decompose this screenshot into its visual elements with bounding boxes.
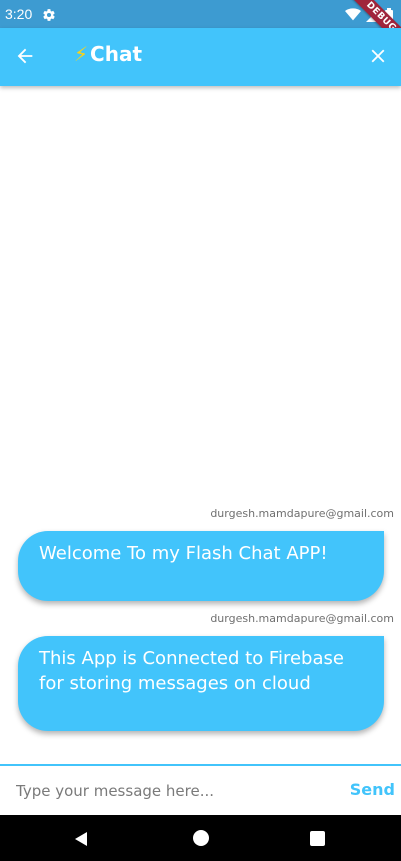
page-title: ⚡ Chat bbox=[74, 42, 142, 66]
system-nav-bar bbox=[0, 815, 401, 861]
message-bubble: Welcome To my Flash Chat APP! bbox=[18, 531, 384, 601]
lightning-bolt-icon: ⚡ bbox=[74, 42, 89, 66]
nav-home-icon[interactable] bbox=[193, 830, 209, 846]
wifi-icon bbox=[345, 7, 361, 26]
status-bar: 3:20 DEBUG bbox=[0, 0, 401, 55]
nav-recent-apps-icon[interactable] bbox=[310, 831, 325, 846]
page-title-text: Chat bbox=[90, 42, 143, 66]
message-composer: Send bbox=[0, 764, 401, 815]
close-icon[interactable] bbox=[367, 45, 389, 67]
message-sender: durgesh.mamdapure@gmail.com bbox=[210, 612, 394, 625]
app-bar: ⚡ Chat bbox=[0, 28, 401, 86]
arrow-back-icon[interactable] bbox=[14, 45, 36, 67]
message-input[interactable] bbox=[16, 778, 326, 804]
chat-screen: 3:20 DEBUG ⚡ Chat durgesh.mamdapure@gmai… bbox=[0, 0, 401, 861]
send-button[interactable]: Send bbox=[350, 780, 395, 799]
gear-icon bbox=[42, 7, 56, 21]
message-list[interactable]: durgesh.mamdapure@gmail.com Welcome To m… bbox=[0, 86, 401, 764]
status-time: 3:20 bbox=[5, 6, 33, 22]
nav-back-icon[interactable] bbox=[73, 831, 89, 847]
message-bubble: This App is Connected to Firebase for st… bbox=[18, 636, 384, 731]
message-sender: durgesh.mamdapure@gmail.com bbox=[210, 507, 394, 520]
